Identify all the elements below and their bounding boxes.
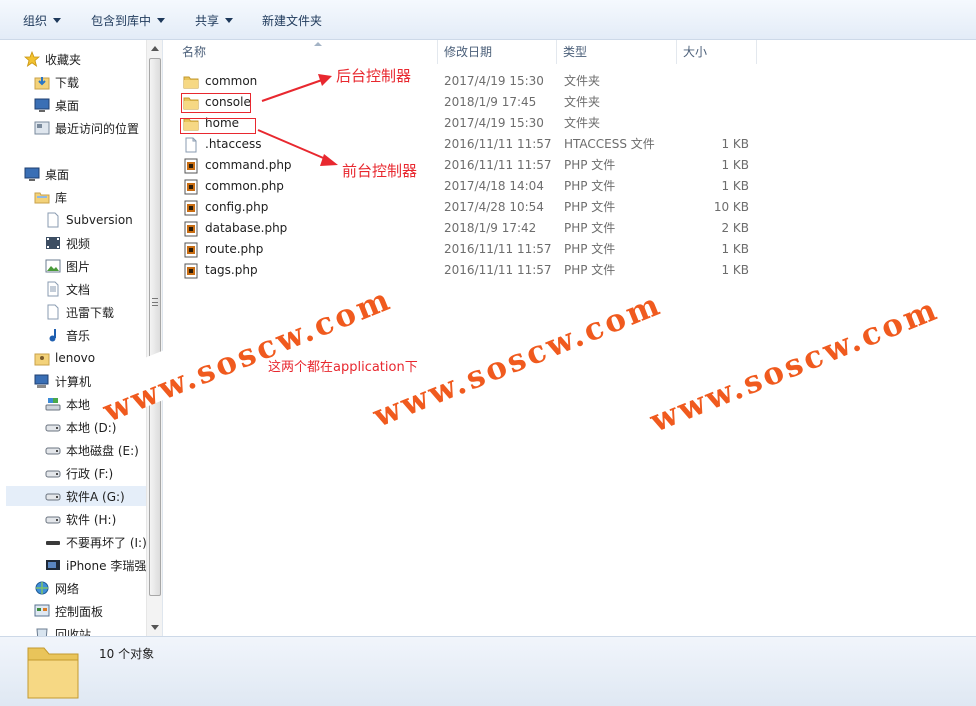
folder-large-icon (27, 647, 79, 699)
arrow-to-frontend-label (257, 129, 329, 161)
application-note: 这两个都在application下 (268, 360, 418, 375)
arrow-to-backend-label (261, 79, 323, 102)
arrowhead-icon (320, 154, 338, 166)
status-bar: 10 个对象 (0, 636, 976, 706)
arrowhead-icon (318, 74, 332, 86)
frontend-controller-label: 前台控制器 (342, 162, 418, 180)
object-count: 10 个对象 (99, 647, 155, 661)
backend-controller-label: 后台控制器 (336, 67, 412, 85)
